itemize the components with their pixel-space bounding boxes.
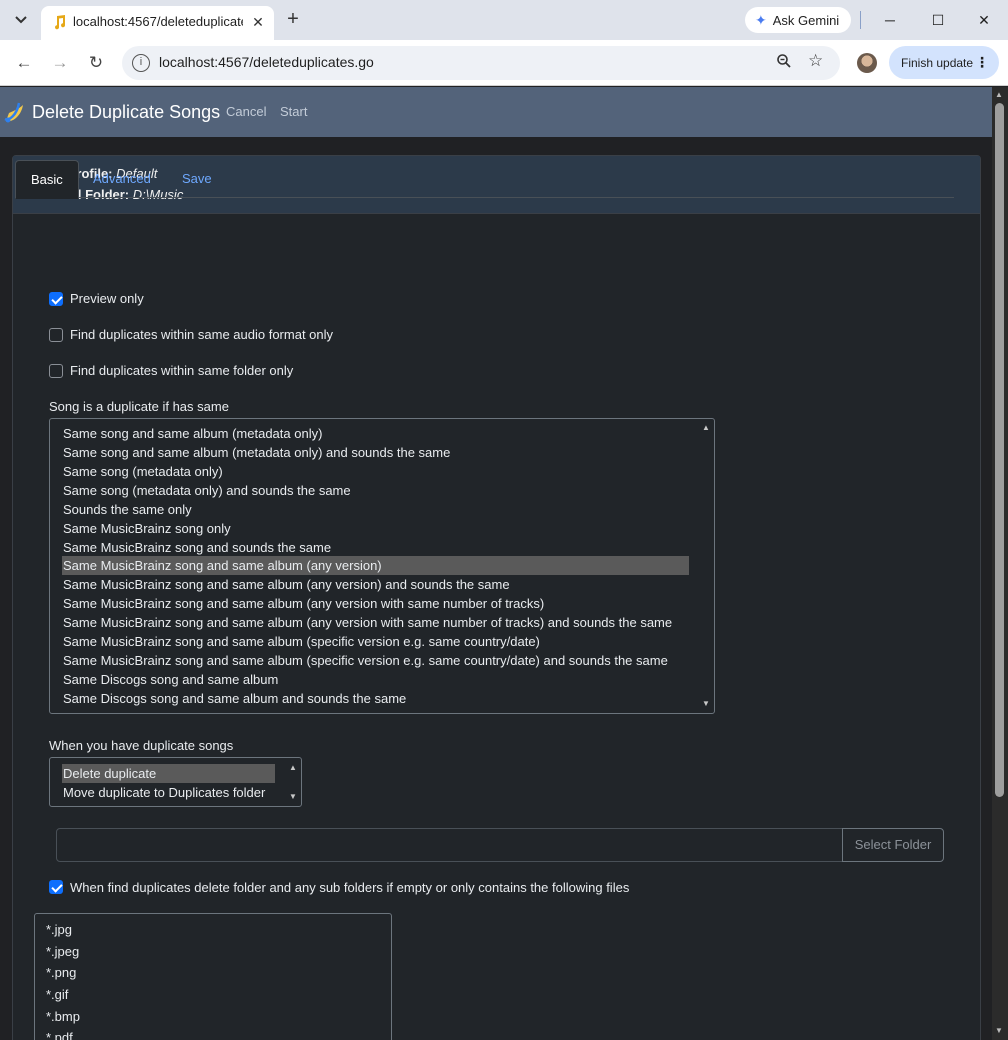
browser-tab[interactable]: localhost:4567/deleteduplicates ✕ bbox=[41, 6, 274, 40]
more-menu-icon[interactable]: ⋮ bbox=[975, 54, 989, 71]
profile-avatar[interactable] bbox=[857, 53, 877, 73]
list-item[interactable]: Same MusicBrainz song and same album (an… bbox=[62, 613, 672, 632]
app-title: Delete Duplicate Songs bbox=[32, 102, 221, 122]
tab-advanced[interactable]: Advanced bbox=[78, 160, 166, 198]
file-patterns-textarea[interactable]: *.jpg *.jpeg *.png *.gif *.bmp *.pdf bbox=[34, 913, 392, 1040]
preview-only-label: Preview only bbox=[70, 291, 144, 306]
list-item[interactable]: Same MusicBrainz song and same album (an… bbox=[62, 575, 510, 594]
site-info-icon[interactable]: i bbox=[132, 54, 150, 72]
bookmark-star-icon[interactable]: ☆ bbox=[808, 51, 828, 71]
tab-search-chevron-icon[interactable] bbox=[9, 8, 33, 32]
list-item[interactable]: Same MusicBrainz song and same album (sp… bbox=[62, 632, 540, 651]
settings-tabs: Basic Advanced Save bbox=[15, 160, 954, 199]
scroll-up-icon[interactable]: ▲ bbox=[702, 423, 710, 432]
list-item: *.png bbox=[46, 965, 77, 980]
duplicate-action-listbox[interactable]: Delete duplicate Move duplicate to Dupli… bbox=[49, 757, 302, 807]
duplicates-folder-input[interactable] bbox=[56, 828, 843, 862]
list-item[interactable]: Same MusicBrainz song and sounds the sam… bbox=[62, 538, 331, 557]
address-bar[interactable]: i localhost:4567/deleteduplicates.go ☆ bbox=[122, 46, 840, 80]
delete-folder-checkbox[interactable] bbox=[49, 880, 63, 894]
list-item-selected[interactable]: Same MusicBrainz song and same album (an… bbox=[62, 556, 689, 575]
same-format-checkbox[interactable] bbox=[49, 328, 63, 342]
list-item[interactable]: Same song and same album (metadata only)… bbox=[62, 443, 450, 462]
forward-arrow-icon[interactable]: → bbox=[48, 51, 72, 75]
list-item[interactable]: Same MusicBrainz song and same album (an… bbox=[62, 594, 544, 613]
url-text[interactable]: localhost:4567/deleteduplicates.go bbox=[159, 54, 374, 70]
scroll-up-icon[interactable]: ▲ bbox=[995, 90, 1003, 99]
list-item: *.pdf bbox=[46, 1030, 73, 1040]
preview-only-checkbox[interactable] bbox=[49, 292, 63, 306]
close-icon[interactable]: ✕ bbox=[249, 13, 267, 31]
same-folder-checkbox[interactable] bbox=[49, 364, 63, 378]
list-item[interactable]: Same MusicBrainz song only bbox=[62, 519, 231, 538]
start-link[interactable]: Start bbox=[280, 104, 307, 119]
finish-update-button[interactable]: Finish update ⋮ bbox=[889, 46, 999, 79]
ask-gemini-button[interactable]: ✦ Ask Gemini bbox=[745, 7, 851, 33]
duplicate-criteria-label: Song is a duplicate if has same bbox=[49, 399, 229, 414]
list-item: *.gif bbox=[46, 987, 69, 1002]
tab-basic[interactable]: Basic bbox=[15, 160, 79, 199]
list-item: *.bmp bbox=[46, 1009, 80, 1024]
reload-icon[interactable]: ↻ bbox=[84, 51, 108, 75]
browser-toolbar: ← → ↻ i localhost:4567/deleteduplicates.… bbox=[0, 40, 1008, 86]
same-format-label: Find duplicates within same audio format… bbox=[70, 327, 334, 342]
back-arrow-icon[interactable]: ← bbox=[12, 51, 36, 75]
zoom-icon[interactable] bbox=[776, 53, 796, 73]
delete-folder-label: When find duplicates delete folder and a… bbox=[70, 880, 630, 895]
duplicate-criteria-listbox[interactable]: Same song and same album (metadata only)… bbox=[49, 418, 715, 714]
scroll-down-icon[interactable]: ▼ bbox=[995, 1026, 1003, 1035]
scroll-down-icon[interactable]: ▼ bbox=[289, 792, 297, 801]
app-navbar: Delete Duplicate Songs Cancel Start bbox=[0, 87, 992, 137]
scrollbar-thumb[interactable] bbox=[995, 103, 1004, 797]
minimize-icon[interactable]: ─ bbox=[878, 8, 902, 32]
list-item: *.jpg bbox=[46, 922, 73, 937]
new-tab-icon[interactable]: + bbox=[282, 9, 304, 31]
list-item[interactable]: Same Discogs song and same album and sou… bbox=[62, 689, 406, 708]
list-item[interactable]: Same MusicBrainz song and same album (sp… bbox=[62, 651, 668, 670]
music-note-icon bbox=[55, 15, 66, 30]
divider bbox=[860, 11, 861, 29]
tab-save[interactable]: Save bbox=[167, 160, 227, 198]
page-scrollbar[interactable]: ▲ ▼ bbox=[992, 87, 1008, 1040]
scroll-down-icon[interactable]: ▼ bbox=[702, 699, 710, 708]
list-item[interactable]: Same song (metadata only) bbox=[62, 462, 223, 481]
page-content: Delete Duplicate Songs Cancel Start Usin… bbox=[0, 87, 992, 1040]
list-item[interactable]: Same Discogs song and same album bbox=[62, 670, 278, 689]
ask-gemini-label: Ask Gemini bbox=[772, 12, 840, 28]
scroll-up-icon[interactable]: ▲ bbox=[289, 763, 297, 772]
tab-title: localhost:4567/deleteduplicates bbox=[73, 14, 243, 29]
app-logo-icon bbox=[4, 102, 23, 123]
same-folder-label: Find duplicates within same folder only bbox=[70, 363, 294, 378]
duplicate-action-label: When you have duplicate songs bbox=[49, 738, 234, 753]
list-item: *.jpeg bbox=[46, 944, 80, 959]
list-item[interactable]: Same song and same album (metadata only) bbox=[62, 424, 322, 443]
list-item[interactable]: Same song (metadata only) and sounds the… bbox=[62, 481, 351, 500]
list-item[interactable]: Sounds the same only bbox=[62, 500, 192, 519]
maximize-icon[interactable]: ☐ bbox=[926, 8, 950, 32]
select-folder-button[interactable]: Select Folder bbox=[842, 828, 944, 862]
browser-tab-strip: localhost:4567/deleteduplicates ✕ + ✦ As… bbox=[0, 0, 1008, 40]
gemini-sparkle-icon: ✦ bbox=[755, 11, 767, 28]
finish-update-label: Finish update bbox=[901, 55, 974, 70]
list-item-selected[interactable]: Delete duplicate bbox=[62, 764, 275, 783]
window-close-icon[interactable]: ✕ bbox=[972, 8, 996, 32]
cancel-link[interactable]: Cancel bbox=[226, 104, 266, 119]
list-item[interactable]: Move duplicate to Duplicates folder bbox=[62, 783, 265, 802]
